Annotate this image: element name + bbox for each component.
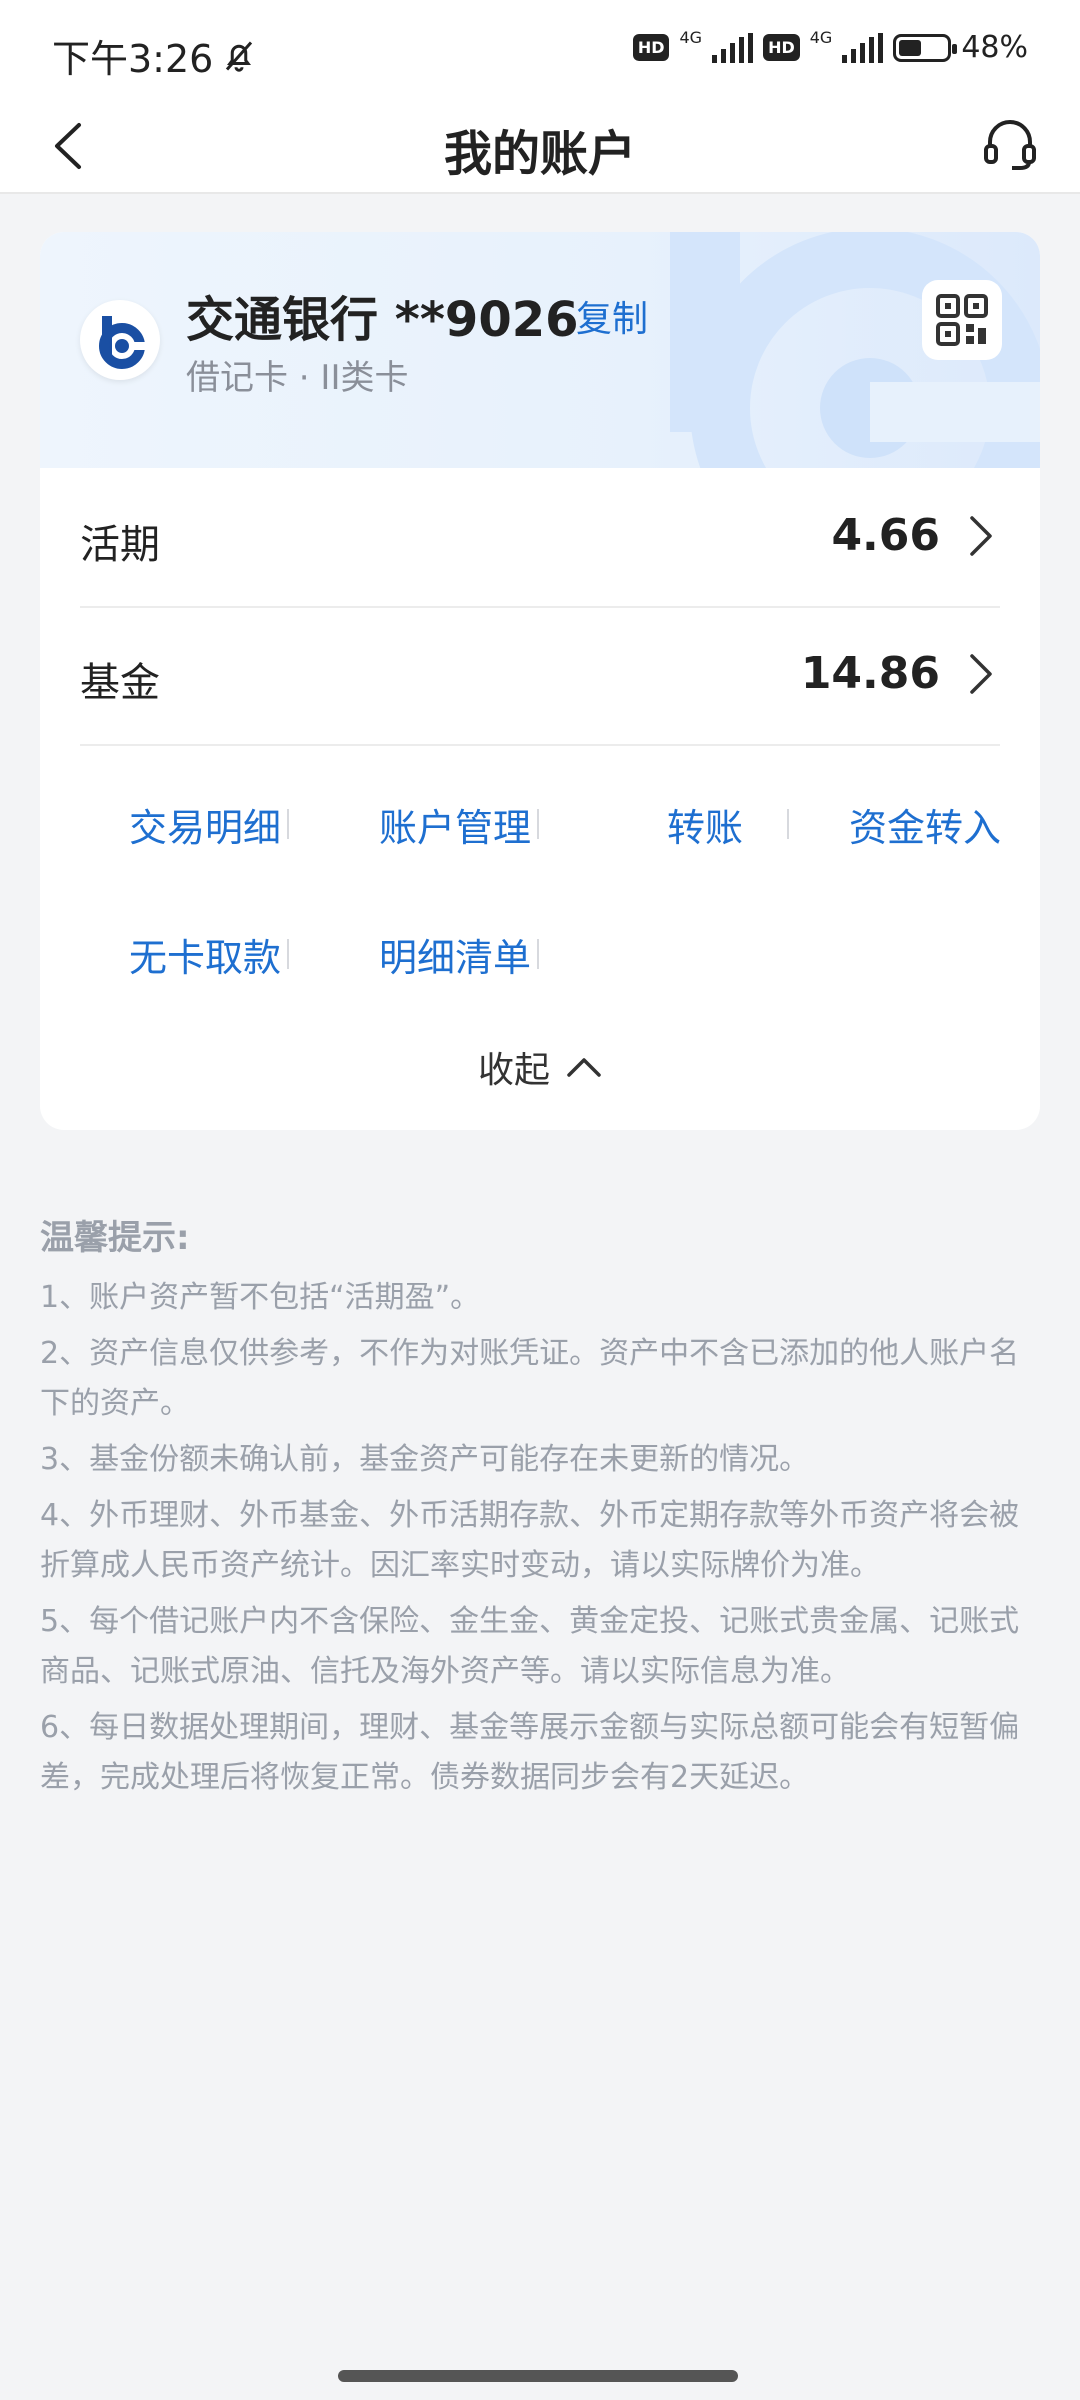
divider [787, 809, 789, 839]
battery-level [899, 39, 922, 56]
balance-row-fund[interactable]: 基金 14.86 [80, 606, 1000, 746]
chevron-right-icon [970, 654, 992, 694]
action-transfer[interactable]: 转账 [580, 784, 830, 864]
status-bar: 下午3:26 HD 4G HD 4G 48% [0, 0, 1080, 96]
network-type-2: 4G [809, 28, 833, 47]
copy-account-button[interactable]: 复制 [576, 290, 648, 342]
signal-icon [712, 32, 754, 63]
tip-item: 2、资产信息仅供参考，不作为对账凭证。资产中不含已添加的他人账户名下的资产。 [40, 1336, 1020, 1421]
tip-item: 3、基金份额未确认前，基金资产可能存在未更新的情况。 [40, 1442, 810, 1477]
status-time-text: 下午3:26 [52, 37, 214, 81]
bank-account-name: 交通银行 **9026 [186, 292, 579, 348]
status-time: 下午3:26 [52, 28, 257, 83]
bcom-logo-icon [99, 316, 150, 369]
status-right: HD 4G HD 4G 48% [632, 28, 1028, 65]
divider [537, 809, 539, 839]
chevron-up-icon [567, 1058, 601, 1077]
headset-icon [984, 120, 1036, 170]
network-type: 4G [679, 28, 703, 47]
balance-value: 4.66 [831, 510, 940, 561]
action-account-management[interactable]: 账户管理 [330, 784, 580, 864]
qr-code-icon [936, 294, 988, 346]
action-transaction-details[interactable]: 交易明细 [80, 784, 330, 864]
bank-logo [80, 300, 160, 380]
bell-off-icon [226, 41, 253, 72]
home-indicator[interactable] [338, 2370, 738, 2382]
battery-icon [893, 33, 958, 62]
balance-value: 14.86 [800, 648, 940, 699]
customer-service-button[interactable] [978, 112, 1042, 176]
tip-item: 1、账户资产暂不包括“活期盈”。 [40, 1280, 481, 1315]
hd-badge: HD [632, 34, 670, 61]
balance-label: 活期 [80, 522, 160, 568]
balance-row-current[interactable]: 活期 4.66 [80, 468, 1000, 608]
collapse-button[interactable]: 收起 [40, 1032, 1040, 1102]
tips-section: 温馨提示: 1、账户资产暂不包括“活期盈”。 2、资产信息仅供参考，不作为对账凭… [40, 1210, 1040, 1809]
card-header: 交通银行 **9026 复制 借记卡 · II类卡 [40, 232, 1040, 468]
collapse-label: 收起 [477, 1050, 550, 1091]
tip-item: 4、外币理财、外币基金、外币活期存款、外币定期存款等外币资产将会被折算成人民币资… [40, 1498, 1020, 1583]
account-card: 交通银行 **9026 复制 借记卡 · II类卡 活期 4.66 基金 14.… [40, 232, 1040, 1130]
tip-item: 6、每日数据处理期间，理财、基金等展示金额与实际总额可能会有短暂偏差，完成处理后… [40, 1710, 1020, 1795]
divider [287, 809, 289, 839]
qr-code-button[interactable] [922, 280, 1002, 360]
balance-label: 基金 [80, 660, 160, 706]
nav-bar: 我的账户 [0, 96, 1080, 194]
tip-item: 5、每个借记账户内不含保险、金生金、黄金定投、记账式贵金属、记账式商品、记账式原… [40, 1604, 1020, 1689]
battery-percent: 48% [961, 30, 1028, 65]
page-title: 我的账户 [443, 126, 636, 182]
divider [537, 939, 539, 969]
card-type: 借记卡 · II类卡 [186, 358, 409, 398]
action-cardless-withdrawal[interactable]: 无卡取款 [80, 914, 330, 994]
chevron-right-icon [970, 516, 992, 556]
divider [287, 939, 289, 969]
action-statement-list[interactable]: 明细清单 [330, 914, 580, 994]
tips-title: 温馨提示: [40, 1218, 190, 1258]
hd-badge-2: HD [763, 34, 800, 61]
action-fund-transfer-in[interactable]: 资金转入 [830, 784, 1020, 864]
signal-icon-2 [842, 32, 884, 63]
